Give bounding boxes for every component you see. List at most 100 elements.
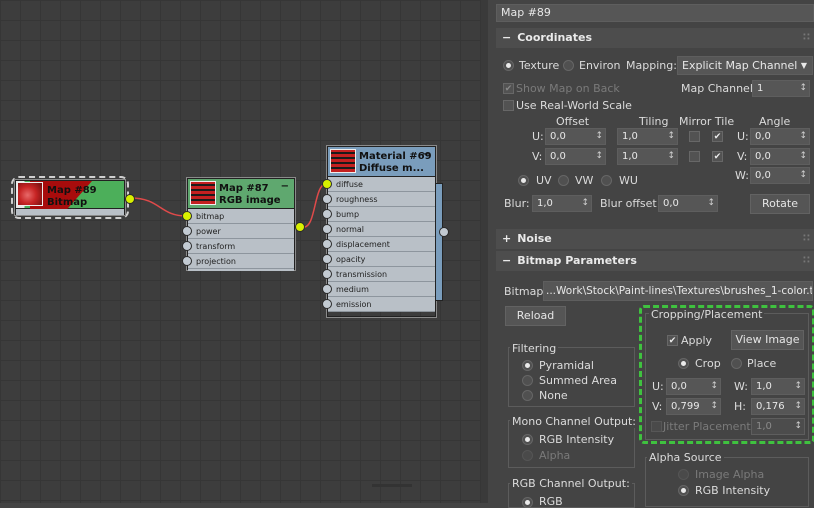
node-bitmap-header[interactable]: Map #89 Bitmap xyxy=(16,181,124,209)
bitmap-params-rollout-header[interactable]: − Bitmap Parameters ∷ xyxy=(496,251,814,271)
rotate-button[interactable]: Rotate xyxy=(750,194,810,214)
slot-diffuse-socket[interactable] xyxy=(322,179,332,189)
use-real-world-scale-checkbox[interactable] xyxy=(503,100,514,111)
coordinates-title: Coordinates xyxy=(517,31,592,44)
crop-radio[interactable] xyxy=(678,358,689,369)
rgb-intensity-radio[interactable] xyxy=(522,434,533,445)
node-material-thumbnail xyxy=(330,149,356,173)
u-offset-spinner[interactable]: 0,0 xyxy=(545,128,606,145)
alpha-rgb-intensity-radio[interactable] xyxy=(678,485,689,496)
mapping-dropdown[interactable]: Explicit Map Channel ▼ xyxy=(677,56,813,75)
u-mirror-checkbox[interactable] xyxy=(689,131,700,142)
apply-checkbox[interactable]: ✔ xyxy=(667,335,678,346)
pyramidal-label: Pyramidal xyxy=(539,359,594,372)
show-map-on-back-checkbox[interactable]: ✔ xyxy=(503,83,514,94)
none-radio[interactable] xyxy=(522,390,533,401)
v-mirror-checkbox[interactable] xyxy=(689,151,700,162)
slot-opacity[interactable]: opacity xyxy=(322,252,435,267)
coordinates-rollout-header[interactable]: − Coordinates ∷ xyxy=(496,28,814,48)
slot-bitmap[interactable]: bitmap xyxy=(182,209,294,224)
v-offset-spinner[interactable]: 0,0 xyxy=(545,148,606,165)
noise-rollout-header[interactable]: + Noise ∷ xyxy=(496,229,814,249)
node-rgb-output-socket[interactable] xyxy=(295,222,305,232)
v-tile-checkbox[interactable]: ✔ xyxy=(712,151,723,162)
slot-roughness-socket[interactable] xyxy=(322,194,332,204)
map-name-field[interactable]: Map #89 xyxy=(496,4,814,22)
slot-bump-socket[interactable] xyxy=(322,209,332,219)
node-editor-canvas[interactable]: Map #89 Bitmap Map #87 RGB image − bitmap … xyxy=(0,0,481,503)
alpha-radio[interactable] xyxy=(522,450,533,461)
slot-emission-socket[interactable] xyxy=(322,299,332,309)
place-radio[interactable] xyxy=(731,358,742,369)
v-angle-spinner[interactable]: 0,0 xyxy=(750,148,810,165)
node-rgb-thumbnail xyxy=(190,181,216,205)
node-material[interactable]: Material #69 Diffuse m... − diffuse rough… xyxy=(322,146,449,317)
slot-transform-socket[interactable] xyxy=(182,241,192,251)
wu-radio[interactable] xyxy=(601,175,612,186)
slot-medium-socket[interactable] xyxy=(322,284,332,294)
slot-power-socket[interactable] xyxy=(182,226,192,236)
w-angle-spinner[interactable]: 0,0 xyxy=(750,167,810,184)
pyramidal-radio[interactable] xyxy=(522,360,533,371)
view-image-button[interactable]: View Image xyxy=(731,330,804,350)
slot-transform[interactable]: transform xyxy=(182,239,294,254)
map-channel-spinner[interactable]: 1 xyxy=(752,80,810,97)
slot-bitmap-socket[interactable] xyxy=(182,211,192,221)
slot-emission[interactable]: emission xyxy=(322,297,435,312)
node-rgb-minimize-button[interactable]: − xyxy=(281,181,289,192)
blur-offset-spinner[interactable]: 0,0 xyxy=(658,195,718,212)
slot-bump[interactable]: bump xyxy=(322,207,435,222)
crop-v-spinner[interactable]: 0,799 xyxy=(666,398,721,415)
slot-displacement[interactable]: displacement xyxy=(322,237,435,252)
node-material-minimize-button[interactable]: − xyxy=(422,149,430,160)
offset-header: Offset xyxy=(556,115,590,128)
slot-diffuse[interactable]: diffuse xyxy=(322,177,435,192)
slot-projection[interactable]: projection xyxy=(182,254,294,269)
texture-radio[interactable] xyxy=(503,60,514,71)
slot-normal[interactable]: normal xyxy=(322,222,435,237)
node-material-output-socket[interactable] xyxy=(439,227,449,237)
crop-v-label: V: xyxy=(652,400,663,413)
slot-opacity-socket[interactable] xyxy=(322,254,332,264)
node-rgb-header[interactable]: Map #87 RGB image − xyxy=(188,179,294,209)
drag-handle-icon[interactable]: ∷ xyxy=(803,229,810,249)
node-bitmap[interactable]: Map #89 Bitmap xyxy=(15,180,135,215)
slot-roughness[interactable]: roughness xyxy=(322,192,435,207)
drag-handle-icon[interactable]: ∷ xyxy=(803,251,810,271)
vw-radio[interactable] xyxy=(558,175,569,186)
slot-emission-label: emission xyxy=(336,300,372,309)
bitmap-path-button[interactable]: ...Work\Stock\Paint-lines\Textures\brush… xyxy=(543,281,813,301)
alpha-source-title: Alpha Source xyxy=(647,451,724,464)
reload-button[interactable]: Reload xyxy=(505,306,566,326)
jitter-label: Jitter Placement: xyxy=(663,420,755,433)
blur-spinner[interactable]: 1,0 xyxy=(532,195,592,212)
slot-displacement-socket[interactable] xyxy=(322,239,332,249)
u-tiling-spinner[interactable]: 1,0 xyxy=(617,128,678,145)
slot-projection-socket[interactable] xyxy=(182,256,192,266)
image-alpha-radio[interactable] xyxy=(678,469,689,480)
jitter-spinner[interactable]: 1,0 xyxy=(751,418,805,435)
environ-radio[interactable] xyxy=(563,60,574,71)
jitter-checkbox[interactable] xyxy=(651,421,662,432)
alpha-rgb-intensity-label: RGB Intensity xyxy=(695,484,771,497)
crop-u-spinner[interactable]: 0,0 xyxy=(666,378,721,395)
bitmap-params-collapse-icon: − xyxy=(502,254,512,267)
slot-transmission-socket[interactable] xyxy=(322,269,332,279)
v-tiling-spinner[interactable]: 1,0 xyxy=(617,148,678,165)
node-bitmap-output-socket[interactable] xyxy=(125,194,135,204)
summed-area-radio[interactable] xyxy=(522,375,533,386)
crop-w-spinner[interactable]: 1,0 xyxy=(751,378,805,395)
node-material-header[interactable]: Material #69 Diffuse m... − xyxy=(328,147,435,177)
slot-transmission[interactable]: transmission xyxy=(322,267,435,282)
node-rgb-image[interactable]: Map #87 RGB image − bitmap power transfor… xyxy=(182,178,305,271)
u-tile-checkbox[interactable]: ✔ xyxy=(712,131,723,142)
slot-normal-socket[interactable] xyxy=(322,224,332,234)
slot-medium[interactable]: medium xyxy=(322,282,435,297)
u-angle-spinner[interactable]: 0,0 xyxy=(750,128,810,145)
drag-handle-icon[interactable]: ∷ xyxy=(803,28,810,48)
mirror-tile-header: Mirror Tile xyxy=(679,115,735,128)
uv-radio[interactable] xyxy=(518,175,529,186)
slot-power[interactable]: power xyxy=(182,224,294,239)
crop-h-spinner[interactable]: 0,176 xyxy=(751,398,805,415)
apply-label: Apply xyxy=(681,334,713,347)
